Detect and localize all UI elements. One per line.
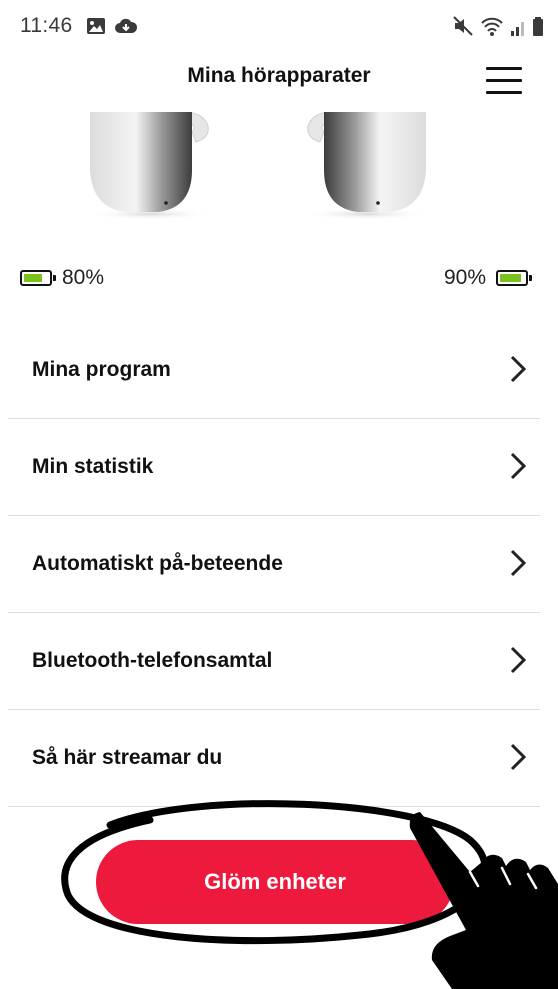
left-battery-label: 80% — [62, 266, 105, 289]
menu-item-label: Automatiskt på-beteende — [32, 552, 283, 575]
wifi-icon — [480, 15, 504, 42]
menu-item-mina-program[interactable]: Mina program — [8, 322, 540, 419]
menu-item-min-statistik[interactable]: Min statistik — [8, 419, 540, 516]
left-battery-indicator: 80% — [20, 266, 104, 290]
chevron-right-icon — [510, 452, 527, 480]
menu-item-sa-har-streamar-du[interactable]: Så här streamar du — [8, 710, 540, 807]
left-hearing-aid-image — [80, 111, 212, 222]
settings-menu-list: Mina program Min statistik Automatiskt p… — [0, 322, 558, 807]
hamburger-menu-icon[interactable] — [482, 64, 526, 98]
menu-item-automatiskt-pa-beteende[interactable]: Automatiskt på-beteende — [8, 516, 540, 613]
status-left-icons — [86, 17, 138, 40]
cloud-icon — [114, 17, 138, 40]
battery-icon — [532, 17, 544, 42]
menu-item-label: Så här streamar du — [32, 746, 223, 769]
menu-item-label: Mina program — [32, 358, 171, 381]
forget-devices-button[interactable]: Glöm enheter — [96, 840, 454, 924]
right-hearing-aid-image — [304, 111, 436, 222]
right-battery-label: 90% — [443, 266, 486, 289]
chevron-right-icon — [510, 549, 527, 577]
menu-item-label: Min statistik — [32, 455, 154, 478]
status-time: 11:46 — [20, 14, 73, 37]
status-right-icons — [452, 15, 544, 42]
battery-icon — [496, 270, 532, 286]
battery-fill — [500, 274, 522, 282]
battery-icon — [20, 270, 56, 286]
right-battery-indicator: 90% — [443, 266, 532, 290]
image-icon — [86, 17, 106, 40]
signal-icon — [510, 17, 526, 42]
mute-icon — [452, 15, 474, 42]
chevron-right-icon — [510, 646, 527, 674]
menu-item-bluetooth-telefonsamtal[interactable]: Bluetooth-telefonsamtal — [8, 613, 540, 710]
page-title: Mina hörapparater — [187, 64, 371, 87]
chevron-right-icon — [510, 355, 527, 383]
chevron-right-icon — [510, 743, 527, 771]
status-bar: 11:46 — [0, 0, 558, 56]
battery-fill — [24, 274, 43, 282]
menu-item-label: Bluetooth-telefonsamtal — [32, 649, 273, 672]
